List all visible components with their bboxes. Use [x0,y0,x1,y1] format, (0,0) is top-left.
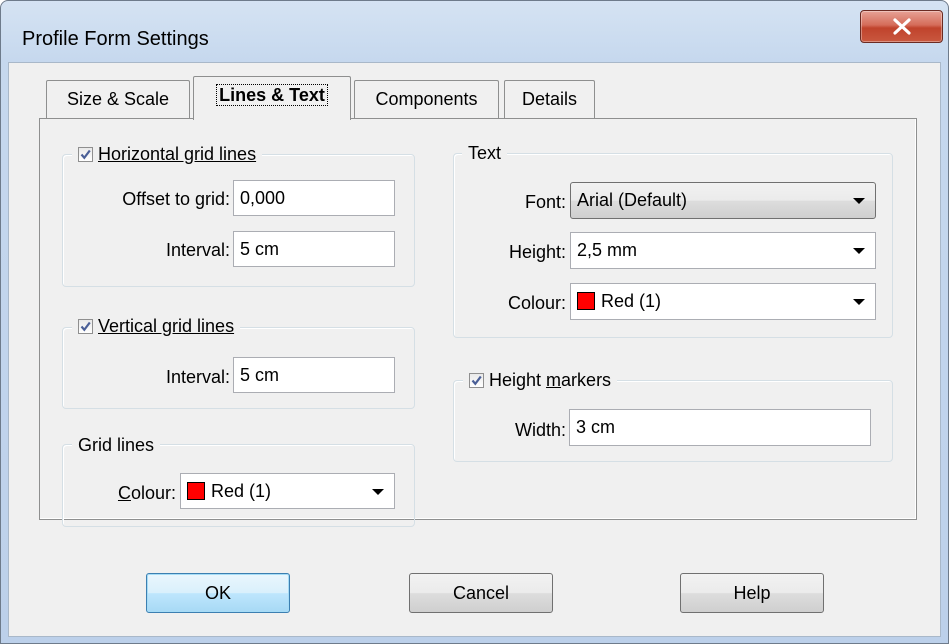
grid-colour-value: Red (1) [211,481,272,501]
chevron-down-icon [853,248,865,254]
tab-lines-text[interactable]: Lines & Text [193,76,351,120]
vertical-interval-label: Interval: [165,367,230,387]
horizontal-grid-label: Horizontal grid lines [98,144,257,164]
offset-to-grid-input[interactable]: 0,000 [233,180,395,216]
grid-lines-group-title: Grid lines [72,434,161,456]
help-button[interactable]: Help [680,573,824,613]
font-select[interactable]: Arial (Default) [570,182,876,219]
text-colour-value: Red (1) [601,291,662,311]
text-height-value: 2,5 mm [577,240,638,260]
window-title: Profile Form Settings [22,28,209,50]
ok-button[interactable]: OK [146,573,290,613]
chevron-down-icon [853,299,865,305]
tab-details[interactable]: Details [504,80,595,118]
horizontal-grid-group [62,154,415,287]
vertical-grid-label: Vertical grid lines [98,316,235,336]
text-colour-label: Colour: [507,293,566,313]
close-button[interactable] [860,10,943,43]
offset-to-grid-label: Offset to grid: [122,189,230,209]
checkbox-checked-icon [78,319,93,334]
horizontal-grid-checkbox[interactable]: Horizontal grid lines [72,143,263,165]
checkbox-checked-icon [78,147,93,162]
cancel-button[interactable]: Cancel [409,573,553,613]
text-colour-select[interactable]: Red (1) [570,283,876,320]
vertical-grid-checkbox[interactable]: Vertical grid lines [72,315,241,337]
horizontal-interval-label: Interval: [165,240,230,260]
chevron-down-icon [853,198,865,204]
grid-colour-label: Colour: [117,483,176,503]
marker-width-label: Width: [514,420,566,440]
close-icon [893,18,911,35]
tab-components[interactable]: Components [354,80,499,118]
font-label: Font: [524,192,566,212]
grid-colour-select[interactable]: Red (1) [180,473,395,509]
tab-size-scale[interactable]: Size & Scale [46,80,190,118]
marker-width-input[interactable]: 3 cm [569,409,871,446]
horizontal-interval-input[interactable]: 5 cm [233,231,395,267]
checkbox-checked-icon [469,373,484,388]
text-height-select[interactable]: 2,5 mm [570,232,876,269]
height-markers-label: Height markers [489,370,612,390]
text-height-label: Height: [508,242,566,262]
height-markers-checkbox[interactable]: Height markers [463,369,618,391]
vertical-interval-input[interactable]: 5 cm [233,357,395,393]
font-value: Arial (Default) [577,190,688,210]
text-colour-swatch [577,292,595,310]
grid-colour-swatch [187,482,205,500]
text-group-title: Text [462,142,508,164]
chevron-down-icon [372,489,384,495]
